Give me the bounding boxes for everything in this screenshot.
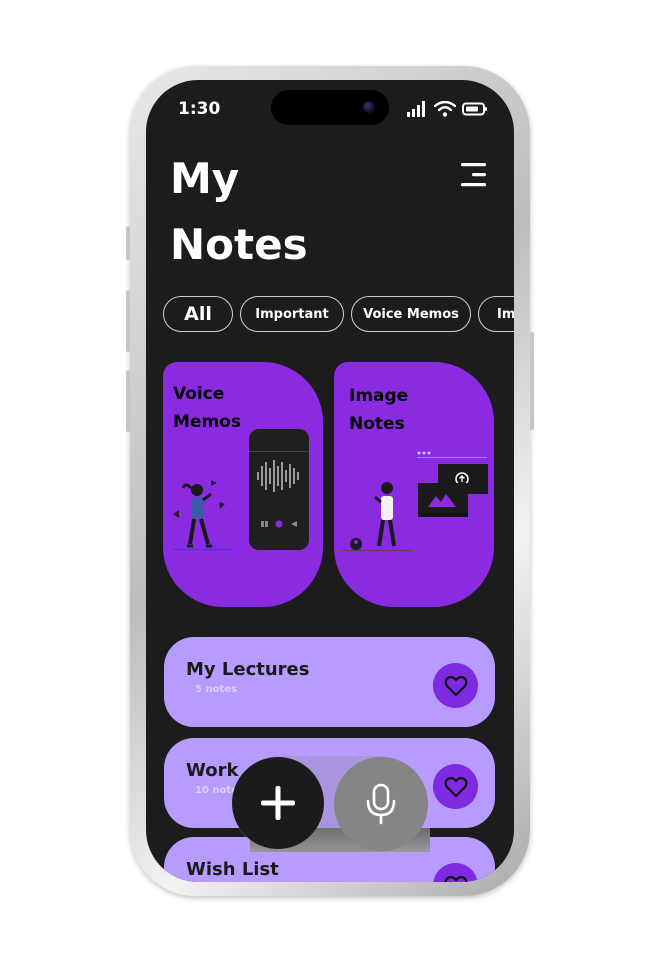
list-item-my-lectures[interactable]: My Lectures 5 notes xyxy=(164,637,495,727)
heart-icon xyxy=(444,675,467,696)
heart-icon xyxy=(444,776,467,797)
list-item-title: My Lectures xyxy=(186,659,310,680)
heart-icon xyxy=(444,875,467,882)
volume-down-button xyxy=(126,370,130,432)
favorite-button[interactable] xyxy=(433,863,478,882)
plus-icon xyxy=(261,786,295,820)
add-note-button[interactable] xyxy=(232,757,324,849)
front-camera xyxy=(363,101,375,113)
voice-memos-card[interactable]: Voice Memos xyxy=(163,362,323,607)
signal-icon xyxy=(407,101,425,117)
favorite-button[interactable] xyxy=(433,764,478,809)
dynamic-island xyxy=(271,90,389,125)
list-item-count: 5 notes xyxy=(195,684,237,695)
volume-up-button xyxy=(126,290,130,352)
filter-chips: All Important Voice Memos Ima xyxy=(163,296,514,332)
status-icons xyxy=(406,101,488,117)
filter-chip-image-notes[interactable]: Ima xyxy=(478,296,514,332)
filter-chip-all[interactable]: All xyxy=(163,296,233,332)
power-button xyxy=(530,332,534,430)
list-item-title: Work xyxy=(186,760,239,781)
microphone-icon xyxy=(366,783,396,825)
filter-chip-voice-memos[interactable]: Voice Memos xyxy=(351,296,471,332)
status-time: 1:30 xyxy=(178,99,221,119)
page-title: My Notes xyxy=(170,146,308,278)
image-notes-card[interactable]: Image Notes xyxy=(334,362,494,607)
favorite-button[interactable] xyxy=(433,663,478,708)
hamburger-menu-icon[interactable] xyxy=(458,162,488,188)
app-screen: 1:30 My Notes All Important Voice Memos xyxy=(146,80,514,882)
record-voice-button[interactable] xyxy=(334,757,428,851)
image-notes-illustration xyxy=(342,451,488,551)
page-title-line1: My xyxy=(170,154,240,203)
action-button xyxy=(126,226,130,260)
battery-icon xyxy=(462,102,487,116)
wifi-icon xyxy=(434,101,456,117)
page-title-line2: Notes xyxy=(170,220,308,269)
list-item-title: Wish List xyxy=(186,859,279,880)
voice-memo-illustration xyxy=(173,429,309,550)
filter-chip-important[interactable]: Important xyxy=(240,296,344,332)
